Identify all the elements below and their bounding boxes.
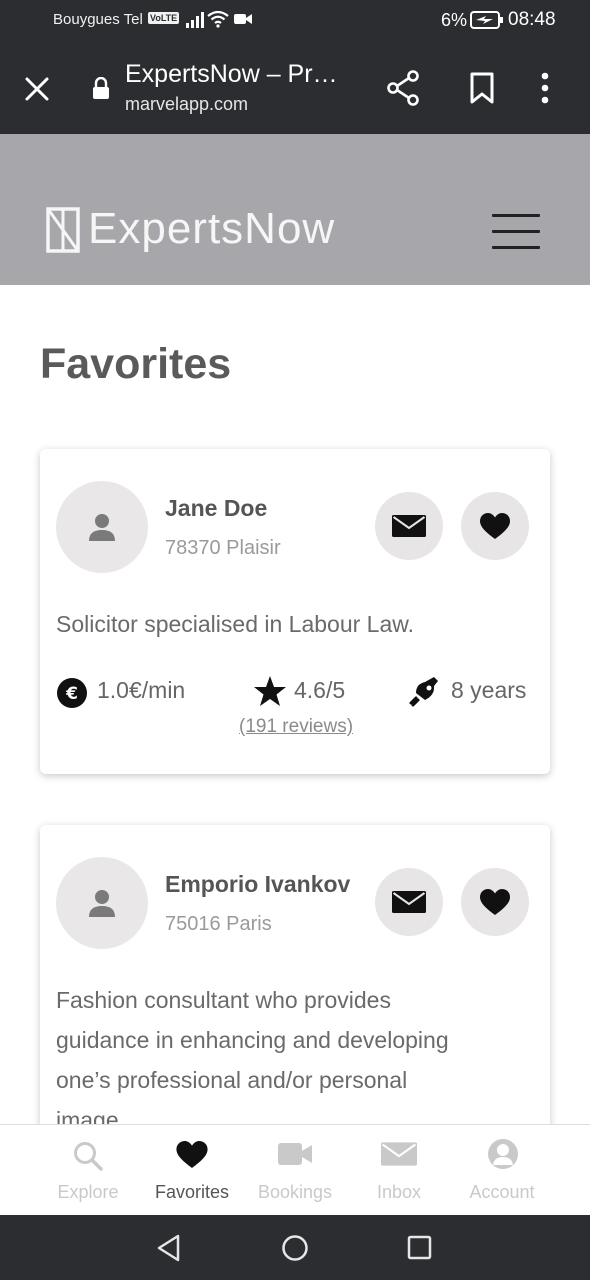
favorite-button[interactable]	[461, 868, 529, 936]
clock: 08:48	[508, 9, 556, 30]
euro-icon: €	[57, 678, 87, 708]
browser-url[interactable]: marvelapp.com	[125, 94, 248, 115]
tab-explore[interactable]: Explore	[33, 1125, 143, 1216]
tab-account[interactable]: Account	[447, 1125, 557, 1216]
tab-inbox[interactable]: Inbox	[344, 1125, 454, 1216]
expert-card[interactable]: Jane Doe 78370 Plaisir Solicitor special…	[40, 449, 550, 774]
tab-bookings[interactable]: Bookings	[240, 1125, 350, 1216]
person-icon	[89, 514, 115, 541]
expert-description: Fashion consultant who provides guidance…	[56, 980, 526, 1140]
bottom-tab-bar: Explore Favorites Bookings Inbox Account	[0, 1124, 590, 1216]
mail-icon	[392, 891, 426, 913]
message-button[interactable]	[375, 492, 443, 560]
browser-toolbar: ExpertsNow – Pr… marvelapp.com	[0, 44, 590, 134]
tab-label: Inbox	[376, 1182, 422, 1202]
hamburger-menu-icon[interactable]	[492, 214, 540, 249]
video-camera-icon	[278, 1143, 312, 1165]
tab-label: Explore	[57, 1182, 119, 1202]
heart-icon	[480, 889, 510, 915]
tab-label: Bookings	[257, 1182, 333, 1202]
battery-percent: 6%	[441, 10, 468, 30]
message-button[interactable]	[375, 868, 443, 936]
more-vert-icon[interactable]	[540, 72, 550, 104]
status-bar: Bouygues Tel VoLTE 6% 08:48	[0, 0, 590, 44]
share-icon[interactable]	[386, 70, 420, 106]
bookmark-icon[interactable]	[468, 72, 496, 104]
volte-badge: VoLTE	[148, 12, 180, 24]
heart-icon	[480, 513, 510, 539]
logo-icon	[46, 207, 80, 253]
favorite-button[interactable]	[461, 492, 529, 560]
expert-location: 75016 Paris	[165, 913, 272, 935]
expert-experience: 8 years	[451, 677, 527, 703]
back-icon[interactable]	[156, 1234, 182, 1262]
battery-charging-icon	[470, 11, 503, 29]
mail-icon	[392, 515, 426, 537]
close-icon[interactable]	[22, 74, 52, 104]
wifi-icon	[207, 10, 229, 28]
avatar	[56, 481, 148, 573]
brand-name[interactable]: ExpertsNow	[88, 204, 335, 254]
mail-icon	[381, 1142, 417, 1166]
tab-favorites[interactable]: Favorites	[137, 1125, 247, 1216]
browser-page-title: ExpertsNow – Pr…	[125, 60, 338, 88]
expert-rating: 4.6/5	[294, 677, 346, 703]
home-icon[interactable]	[281, 1234, 309, 1262]
svg-text:€: €	[65, 684, 78, 704]
expert-name[interactable]: Emporio Ivankov	[165, 871, 350, 898]
search-icon	[74, 1142, 103, 1171]
description-line: one’s professional and/or personal	[56, 1067, 408, 1093]
description-line: guidance in enhancing and developing	[56, 1027, 449, 1053]
expert-description: Solicitor specialised in Labour Law.	[56, 611, 414, 637]
tab-label: Favorites	[154, 1182, 230, 1202]
avatar	[56, 857, 148, 949]
video-camera-icon	[234, 14, 252, 24]
signal-icon	[186, 12, 204, 28]
system-navigation-bar	[0, 1215, 590, 1280]
experience-icon	[409, 677, 438, 707]
carrier-name: Bouygues Tel	[53, 11, 143, 28]
app-header: ExpertsNow	[0, 134, 590, 285]
account-icon	[488, 1139, 518, 1169]
star-icon	[254, 676, 286, 706]
reviews-link[interactable]: (191 reviews)	[239, 716, 353, 738]
expert-card[interactable]: Emporio Ivankov 75016 Paris Fashion cons…	[40, 825, 550, 1155]
expert-name[interactable]: Jane Doe	[165, 495, 267, 522]
expert-price: 1.0€/min	[97, 677, 186, 703]
page-title: Favorites	[40, 340, 232, 388]
tab-label: Account	[469, 1182, 535, 1202]
heart-icon	[176, 1141, 208, 1168]
expert-location: 78370 Plaisir	[165, 537, 281, 559]
lock-icon	[93, 77, 109, 99]
person-icon	[89, 890, 115, 917]
recents-icon[interactable]	[407, 1235, 433, 1261]
description-line: Fashion consultant who provides	[56, 987, 391, 1013]
